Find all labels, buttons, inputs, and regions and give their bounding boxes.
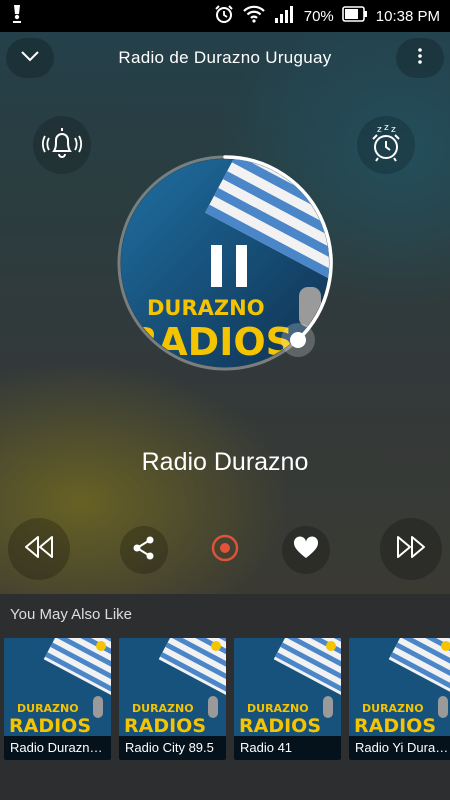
suggestion-art-line1: DURAZNO [247,702,309,715]
player-panel: Radio de Durazno Uruguay z z z DURAZNO R… [0,32,450,594]
fast-forward-icon [395,534,427,565]
suggestion-label: Radio Durazno Uruguay [4,736,111,760]
battery-percent: 70% [303,7,334,25]
record-button[interactable] [201,526,249,574]
collapse-button[interactable] [6,38,54,78]
notification-icon [10,4,24,28]
suggestion-art-line1: DURAZNO [132,702,194,715]
artwork-line1: DURAZNO [147,296,265,320]
suggestion-art-line2: RADIOS [9,715,91,737]
share-icon [131,535,157,566]
battery-icon [341,6,368,26]
pause-button[interactable] [211,245,247,287]
heart-icon [293,535,319,565]
suggestion-art-line1: DURAZNO [362,702,424,715]
page-title: Radio de Durazno Uruguay [118,48,332,67]
rewind-button[interactable] [8,518,70,580]
svg-text:z: z [391,125,396,135]
chevron-down-icon [20,49,40,67]
suggestion-art-line2: RADIOS [124,715,206,737]
suggestion-art-line2: RADIOS [354,715,436,737]
record-icon [210,533,240,568]
suggestion-label: Radio 41 [234,736,341,760]
suggestions-title: You May Also Like [10,606,133,623]
suggestion-card[interactable]: DURAZNORADIOSRadio Durazno Uruguay [4,638,111,760]
top-bar: Radio de Durazno Uruguay [0,32,450,84]
svg-text:z: z [384,123,389,133]
seek-handle[interactable] [280,323,315,358]
clock-time: 10:38 PM [375,7,440,25]
suggestions-list: DURAZNORADIOSRadio Durazno UruguayDURAZN… [4,638,450,760]
more-vertical-icon [417,47,423,70]
suggestion-art-line1: DURAZNO [17,702,79,715]
station-name: Radio Durazno [141,448,309,476]
suggestion-card[interactable]: DURAZNO RADIOS Radio Yi Durazno [349,638,450,760]
pause-icon-bar [236,245,247,287]
pause-icon-bar [211,245,222,287]
share-button[interactable] [120,526,168,574]
bell-ringing-icon [39,120,85,171]
status-bar: 70% 10:38 PM [0,0,450,32]
overflow-menu-button[interactable] [396,38,444,78]
suggestion-card[interactable]: DURAZNO RADIOS Radio 41 [234,638,341,760]
notification-bell-button[interactable] [33,116,91,174]
artwork-progress-ring[interactable]: DURAZNO RADIOS [115,153,335,373]
suggestion-card[interactable]: DURAZNO RADIOS Radio City 89.5 [119,638,226,760]
rewind-icon [23,534,55,565]
sleep-alarm-icon: z z z [363,120,409,171]
suggestion-label: Radio Yi Durazno [349,736,450,760]
wifi-icon [242,4,266,28]
svg-text:z: z [377,125,382,135]
sleep-timer-button[interactable]: z z z [357,116,415,174]
alarm-status-icon [214,4,234,28]
suggestion-art-line2: RADIOS [239,715,321,737]
suggestions-section: You May Also Like DURAZNO RADIOS Radio Dur… [0,594,450,800]
signal-icon [274,4,296,28]
favorite-button[interactable] [282,526,330,574]
fast-forward-button[interactable] [380,518,442,580]
suggestion-label: Radio City 89.5 [119,736,226,760]
